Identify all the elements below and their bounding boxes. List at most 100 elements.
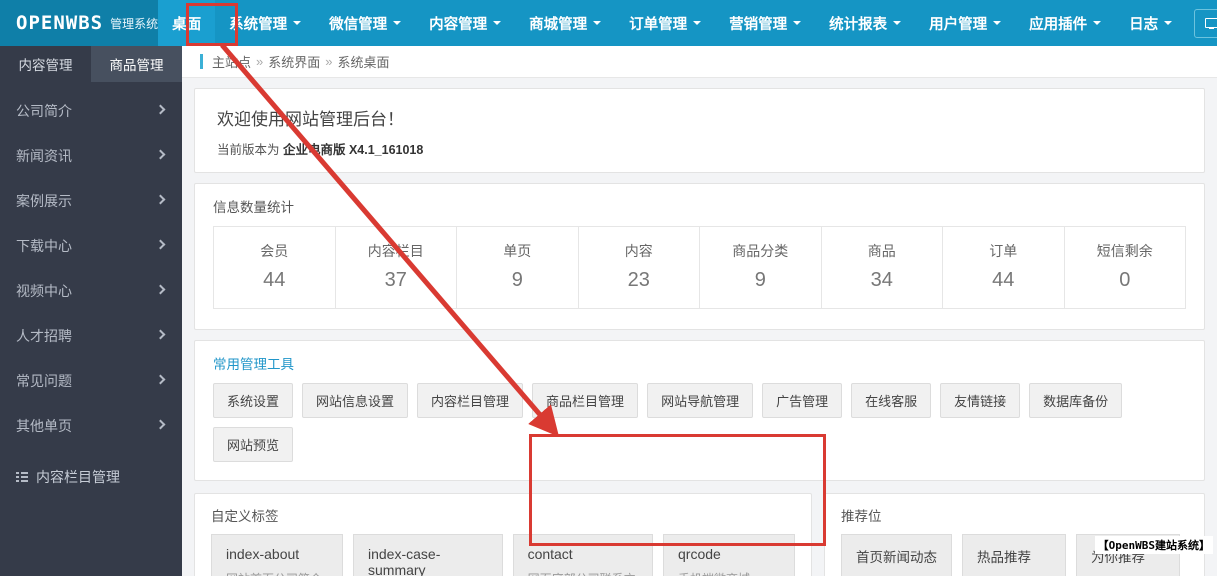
chevron-right-icon (155, 149, 166, 159)
brand-name: OPENWBS (16, 12, 104, 34)
stats-panel: 信息数量统计 会员 44 内容栏目 37 单页 9 内容 23 商品分类 9 商品 34 订单 44 短信剩… (194, 183, 1205, 330)
nav-item-label: 用户管理 (929, 16, 988, 33)
stat-cell: 商品分类 9 (700, 227, 822, 308)
custom-tag-desc: 手机端微商城 (678, 570, 780, 576)
version-line: 当前版本为 企业电商版 X4.1_161018 (217, 139, 1182, 158)
custom-tag-name: qrcode (678, 546, 721, 562)
chevron-down-icon (593, 21, 602, 25)
brand-logo-area[interactable]: OPENWBS 管理系统 (0, 0, 159, 46)
sidebar-item-5[interactable]: 人才招聘 (0, 313, 182, 358)
sidebar-item-label: 公司简介 (16, 102, 72, 119)
custom-tag-item[interactable]: qrcode 手机端微商城 (663, 534, 795, 576)
chevron-down-icon (393, 21, 402, 25)
breadcrumb-item-0[interactable]: 主站点 (212, 52, 251, 71)
site-preview-button[interactable]: 网站预览 (1194, 8, 1217, 38)
stat-label: 订单 (989, 243, 1018, 259)
nav-item-5[interactable]: 订单管理 (615, 0, 715, 46)
custom-tag-item[interactable]: contact 网页底部公司联系方式 (512, 534, 653, 576)
breadcrumb-item-1[interactable]: 系统界面 (268, 52, 320, 71)
sidebar-item-6[interactable]: 常见问题 (0, 358, 182, 403)
tools-panel: 常用管理工具 系统设置 网站信息设置 内容栏目管理 商品栏目管理 网站导航管理 广告管理在… (194, 340, 1205, 481)
chevron-down-icon (1164, 21, 1173, 25)
nav-item-4[interactable]: 商城管理 (515, 0, 615, 46)
sidebar: 内容管理 商品管理 公司简介新闻资讯案例展示下载中心视频中心人才招聘常见问题其他单… (0, 46, 182, 576)
sidebar-item-label: 新闻资讯 (16, 147, 72, 164)
recommend-item[interactable]: 首页新闻动态5 条内容 (841, 534, 952, 576)
sidebar-menu: 公司简介新闻资讯案例展示下载中心视频中心人才招聘常见问题其他单页 (0, 82, 182, 448)
chevron-down-icon (893, 21, 902, 25)
tool-button-7[interactable]: 友情链接 (940, 383, 1021, 418)
nav-item-2[interactable]: 微信管理 (315, 0, 415, 46)
sidebar-item-label: 视频中心 (16, 282, 72, 299)
tool-button-2[interactable]: 内容栏目管理 (417, 383, 524, 418)
chevron-right-icon (155, 374, 166, 384)
chevron-down-icon (793, 21, 802, 25)
recommend-name: 首页新闻动态 (856, 550, 937, 565)
custom-tags-card: 自定义标签 index-about 网站首页公司简介 index-case-summ… (194, 493, 812, 576)
version-prefix: 当前版本为 (217, 143, 283, 157)
sidebar-item-content-column-manage[interactable]: 内容栏目管理 (0, 454, 182, 499)
stat-value: 9 (511, 269, 523, 291)
sidebar-item-3[interactable]: 下载中心 (0, 223, 182, 268)
nav-item-label: 营销管理 (729, 16, 788, 33)
sidebar-item-label: 下载中心 (16, 237, 72, 254)
nav-item-10[interactable]: 日志 (1115, 0, 1186, 46)
sidebar-item-label: 常见问题 (16, 372, 72, 389)
nav-item-8[interactable]: 用户管理 (915, 0, 1015, 46)
nav-item-1[interactable]: 系统管理 (215, 0, 315, 46)
sidebar-item-label: 其他单页 (16, 417, 72, 434)
stat-cell: 单页 9 (457, 227, 579, 308)
tools-panel-title: 常用管理工具 (213, 357, 294, 372)
sidebar-item-2[interactable]: 案例展示 (0, 178, 182, 223)
stat-cell: 商品 34 (822, 227, 943, 308)
main-content: 主站点 » 系统界面 » 系统桌面 欢迎使用网站管理后台！ 当前版本为 企业电商版 X4… (182, 46, 1217, 576)
nav-item-6[interactable]: 营销管理 (715, 0, 815, 46)
custom-tag-desc: 网页底部公司联系方式 (528, 570, 638, 576)
sidebar-tab-1[interactable]: 商品管理 (91, 46, 182, 82)
custom-tags-list: index-about 网站首页公司简介 index-case-summary网站首… (195, 534, 811, 576)
footer-watermark: 【OpenWBS建站系统】 (1094, 536, 1213, 554)
tool-button-5[interactable]: 广告管理 (762, 383, 843, 418)
custom-tags-title: 自定义标签 (211, 509, 279, 524)
tool-button-3[interactable]: 商品栏目管理 (532, 383, 639, 418)
sidebar-item-7[interactable]: 其他单页 (0, 403, 182, 448)
custom-tag-item[interactable]: index-about 网站首页公司简介 (211, 534, 343, 576)
stat-label: 内容 (624, 243, 653, 259)
tool-button-6[interactable]: 在线客服 (851, 383, 932, 418)
nav-item-label: 微信管理 (329, 16, 388, 33)
recommend-title: 推荐位 (841, 509, 882, 524)
recommend-name: 热品推荐 (977, 550, 1031, 565)
stat-label: 会员 (260, 243, 289, 259)
tool-button-4[interactable]: 网站导航管理 (647, 383, 754, 418)
sidebar-item-1[interactable]: 新闻资讯 (0, 133, 182, 178)
custom-tag-item[interactable]: index-case-summary网站首页案例介绍 (353, 534, 503, 576)
sidebar-item-0[interactable]: 公司简介 (0, 88, 182, 133)
chevron-right-icon (155, 104, 166, 114)
nav-item-9[interactable]: 应用插件 (1015, 0, 1115, 46)
tool-button-0[interactable]: 系统设置 (213, 383, 294, 418)
tool-button-1[interactable]: 网站信息设置 (302, 383, 409, 418)
chevron-down-icon (1093, 21, 1102, 25)
custom-tags-column: 自定义标签 index-about 网站首页公司简介 index-case-summ… (194, 493, 812, 576)
nav-item-3[interactable]: 内容管理 (415, 0, 515, 46)
stat-value: 9 (754, 269, 766, 291)
nav-item-0[interactable]: 桌面 (158, 0, 216, 46)
stat-label: 商品 (867, 243, 896, 259)
custom-tag-name: contact (527, 546, 573, 562)
breadcrumb-item-2: 系统桌面 (337, 55, 390, 70)
sidebar-tab-0[interactable]: 内容管理 (0, 46, 91, 82)
nav-item-7[interactable]: 统计报表 (815, 0, 915, 46)
chevron-right-icon (155, 239, 166, 249)
recommend-item[interactable]: 热品推荐11 条内容 (962, 534, 1066, 576)
app-root: OPENWBS 管理系统 桌面 系统管理 微信管理 内容管理 商城管理 订单管理 营销管理统… (0, 0, 1217, 576)
welcome-panel: 欢迎使用网站管理后台！ 当前版本为 企业电商版 X4.1_161018 (194, 88, 1205, 173)
stat-cell: 会员 44 (214, 227, 336, 308)
chevron-down-icon (493, 21, 502, 25)
stat-cell: 订单 44 (943, 227, 1065, 308)
nav-item-label: 日志 (1129, 16, 1159, 33)
tool-button-9[interactable]: 网站预览 (213, 427, 294, 462)
sidebar-item-4[interactable]: 视频中心 (0, 268, 182, 313)
tool-button-8[interactable]: 数据库备份 (1029, 383, 1123, 418)
recommend-column: 推荐位 首页新闻动态5 条内容热品推荐11 条内容为你推荐6 条内容 (824, 493, 1205, 576)
chevron-down-icon (693, 21, 702, 25)
